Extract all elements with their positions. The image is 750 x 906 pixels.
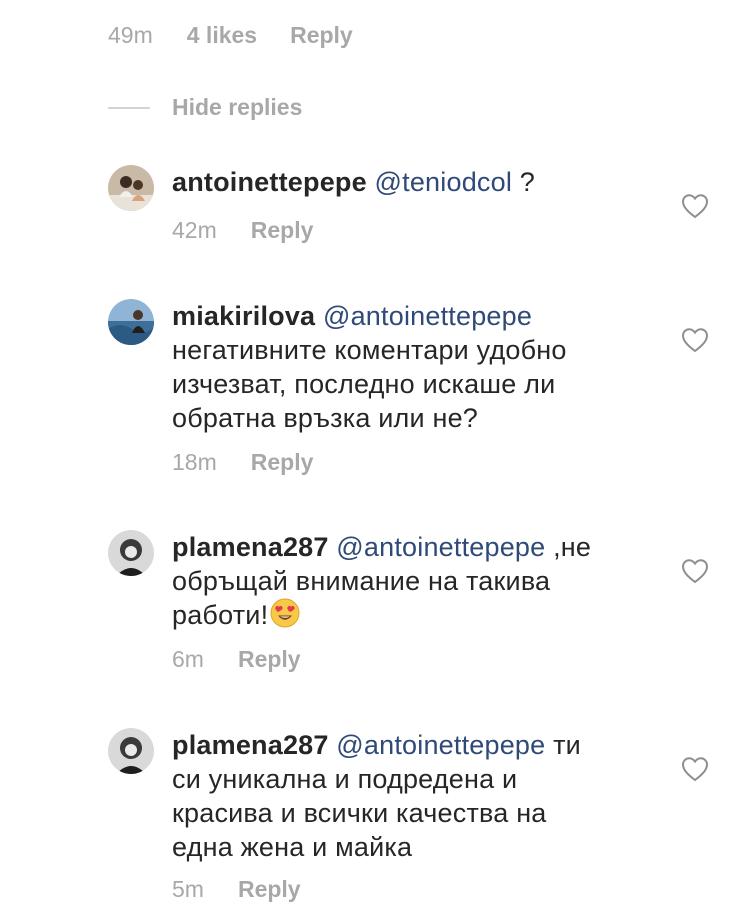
reply-button[interactable]: Reply — [290, 22, 353, 49]
mention-link[interactable]: @teniodcol — [375, 167, 513, 197]
parent-comment-meta: 49m 4 likes Reply — [108, 22, 353, 49]
comment-text: ти — [553, 730, 581, 760]
mention-link[interactable]: @antoinettepepe — [323, 301, 532, 331]
comment-text: ? — [519, 167, 535, 197]
comment-body: plamena287 @antoinettepepe ,не обръщай в… — [172, 530, 642, 632]
comment-username[interactable]: plamena287 — [172, 532, 329, 562]
reply-button[interactable]: Reply — [251, 449, 314, 476]
comment-meta: 6m Reply — [172, 646, 301, 673]
avatar[interactable] — [108, 165, 154, 211]
mention-link[interactable]: @antoinettepepe — [336, 730, 545, 760]
heart-outline-icon[interactable] — [681, 558, 709, 584]
reply-button[interactable]: Reply — [238, 646, 301, 673]
hide-replies-toggle[interactable]: Hide replies — [108, 94, 302, 121]
avatar[interactable] — [108, 299, 154, 345]
comment-meta: 5m Reply — [172, 876, 301, 903]
comment-time: 42m — [172, 217, 217, 243]
reply-button[interactable]: Reply — [238, 876, 301, 903]
comment-username[interactable]: plamena287 — [172, 730, 329, 760]
comment-text: обратна връзка или не? — [172, 403, 479, 433]
comment-text: работи! — [172, 600, 269, 630]
heart-outline-icon[interactable] — [681, 193, 709, 219]
comment-meta: 42m Reply — [172, 217, 313, 244]
comment-text: красива и всички качества на — [172, 798, 547, 828]
comment-text: изчезват, последно искаше ли — [172, 369, 556, 399]
comment-time: 49m — [108, 22, 153, 48]
heart-eyes-emoji — [270, 598, 300, 628]
likes-count[interactable]: 4 likes — [187, 22, 257, 49]
mention-link[interactable]: @antoinettepepe — [336, 532, 545, 562]
divider-line — [108, 106, 150, 109]
comment-text: си уникална и подредена и — [172, 764, 518, 794]
comment-username[interactable]: miakirilova — [172, 301, 315, 331]
comment-text: една жена и майка — [172, 832, 413, 862]
comment-text: ,не — [553, 532, 592, 562]
comment-time: 18m — [172, 449, 217, 475]
comment-body: antoinettepepe @teniodcol ? — [172, 165, 642, 199]
comment-body: plamena287 @antoinettepepe ти си уникалн… — [172, 728, 642, 864]
hide-replies-label: Hide replies — [172, 94, 303, 120]
reply-button[interactable]: Reply — [251, 217, 314, 244]
comment-text: обръщай внимание на такива — [172, 566, 551, 596]
comment-text: негативните коментари удобно — [172, 335, 567, 365]
comment-time: 6m — [172, 646, 204, 672]
comment-time: 5m — [172, 876, 204, 902]
comment-body: miakirilova @antoinettepepe негативните … — [172, 299, 642, 435]
heart-outline-icon[interactable] — [681, 327, 709, 353]
heart-outline-icon[interactable] — [681, 756, 709, 782]
avatar[interactable] — [108, 728, 154, 774]
comment-meta: 18m Reply — [172, 449, 313, 476]
avatar[interactable] — [108, 530, 154, 576]
comment-username[interactable]: antoinettepepe — [172, 167, 367, 197]
